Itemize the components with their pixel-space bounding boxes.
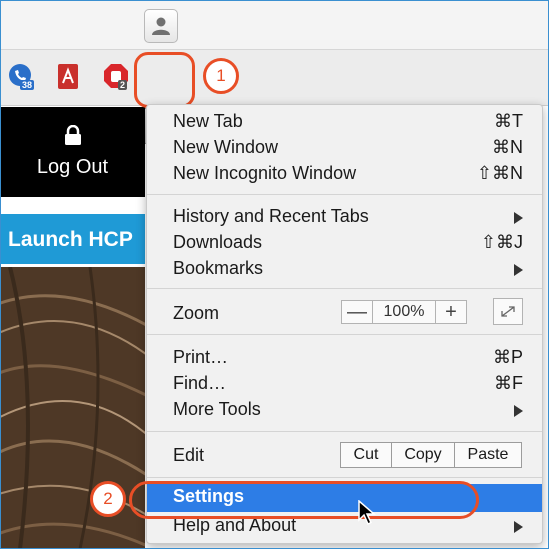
menu-item-label: New Incognito Window (173, 163, 357, 183)
fullscreen-button[interactable] (493, 298, 523, 325)
step-1-marker: 1 (203, 58, 239, 94)
menu-item-label: Downloads (173, 232, 263, 252)
menu-item-shortcut: ⌘P (492, 347, 523, 367)
menu-item-label: New Window (173, 137, 279, 157)
lock-icon (65, 125, 81, 145)
web-page: Log Out Launch HCP (0, 107, 145, 549)
browser-titlebar (0, 0, 549, 50)
submenu-arrow-icon (514, 212, 523, 224)
menu-item-shortcut: ⇧⌘J (480, 232, 523, 252)
menu-divider (147, 334, 542, 335)
menu-item-label: Zoom (173, 303, 220, 323)
menu-item-find[interactable]: Find… ⌘F (147, 371, 542, 397)
mouse-cursor-icon (358, 500, 376, 526)
phone-extension-badge: 38 (20, 80, 35, 90)
logout-label: Log Out (36, 156, 109, 178)
menu-item-label: Bookmarks (173, 258, 264, 278)
menu-divider (147, 431, 542, 432)
settings-highlight-ring (129, 481, 479, 519)
menu-item-label: Print… (173, 347, 229, 367)
copy-button[interactable]: Copy (392, 443, 455, 467)
menu-item-shortcut: ⌘F (494, 373, 523, 393)
zoom-level: 100% (372, 301, 436, 323)
phone-extension-button[interactable]: 38 (8, 63, 36, 91)
browser-toolbar: 38 2 (0, 50, 549, 144)
profile-button[interactable] (144, 9, 178, 43)
fullscreen-icon (501, 306, 515, 317)
logout-button[interactable]: Log Out (0, 107, 145, 197)
submenu-arrow-icon (514, 264, 523, 276)
menu-divider (147, 288, 542, 289)
chrome-menu: New Tab ⌘T New Window ⌘N New Incognito W… (146, 104, 543, 544)
pdf-icon (58, 64, 78, 89)
menu-item-print[interactable]: Print… ⌘P (147, 345, 542, 371)
zoom-out-button[interactable]: — (342, 301, 372, 323)
edit-control: Cut Copy Paste (340, 442, 522, 468)
launch-hcp-button[interactable]: Launch HCP (0, 214, 145, 264)
pdf-extension-button[interactable] (55, 63, 83, 91)
paste-button[interactable]: Paste (455, 443, 521, 467)
stop-extension-badge: 2 (118, 80, 128, 90)
menu-item-new-window[interactable]: New Window ⌘N (147, 135, 542, 161)
submenu-arrow-icon (514, 405, 523, 417)
menu-item-shortcut: ⇧⌘N (476, 163, 523, 183)
menu-item-label: More Tools (173, 399, 261, 419)
menu-item-label: History and Recent Tabs (173, 206, 369, 226)
menu-item-shortcut: ⌘T (494, 111, 523, 131)
menu-item-label: New Tab (173, 111, 243, 131)
menu-item-label: Find… (173, 373, 227, 393)
stop-extension-button[interactable]: 2 (102, 63, 130, 91)
menu-item-label: Edit (173, 445, 205, 465)
menu-item-new-tab[interactable]: New Tab ⌘T (147, 109, 542, 135)
menu-divider (147, 477, 542, 478)
person-icon (152, 17, 170, 35)
menu-item-bookmarks[interactable]: Bookmarks (147, 256, 542, 282)
zoom-in-button[interactable]: + (436, 301, 466, 323)
menu-item-shortcut: ⌘N (492, 137, 523, 157)
submenu-arrow-icon (514, 521, 523, 533)
step-2-marker: 2 (90, 481, 126, 517)
menu-item-downloads[interactable]: Downloads ⇧⌘J (147, 230, 542, 256)
zoom-control: — 100% + (341, 300, 467, 324)
menu-button-highlight-ring (134, 52, 195, 108)
menu-divider (147, 194, 542, 195)
cut-button[interactable]: Cut (341, 443, 392, 467)
menu-item-more-tools[interactable]: More Tools (147, 397, 542, 423)
menu-item-history[interactable]: History and Recent Tabs (147, 204, 542, 230)
menu-item-new-incognito[interactable]: New Incognito Window ⇧⌘N (147, 161, 542, 187)
